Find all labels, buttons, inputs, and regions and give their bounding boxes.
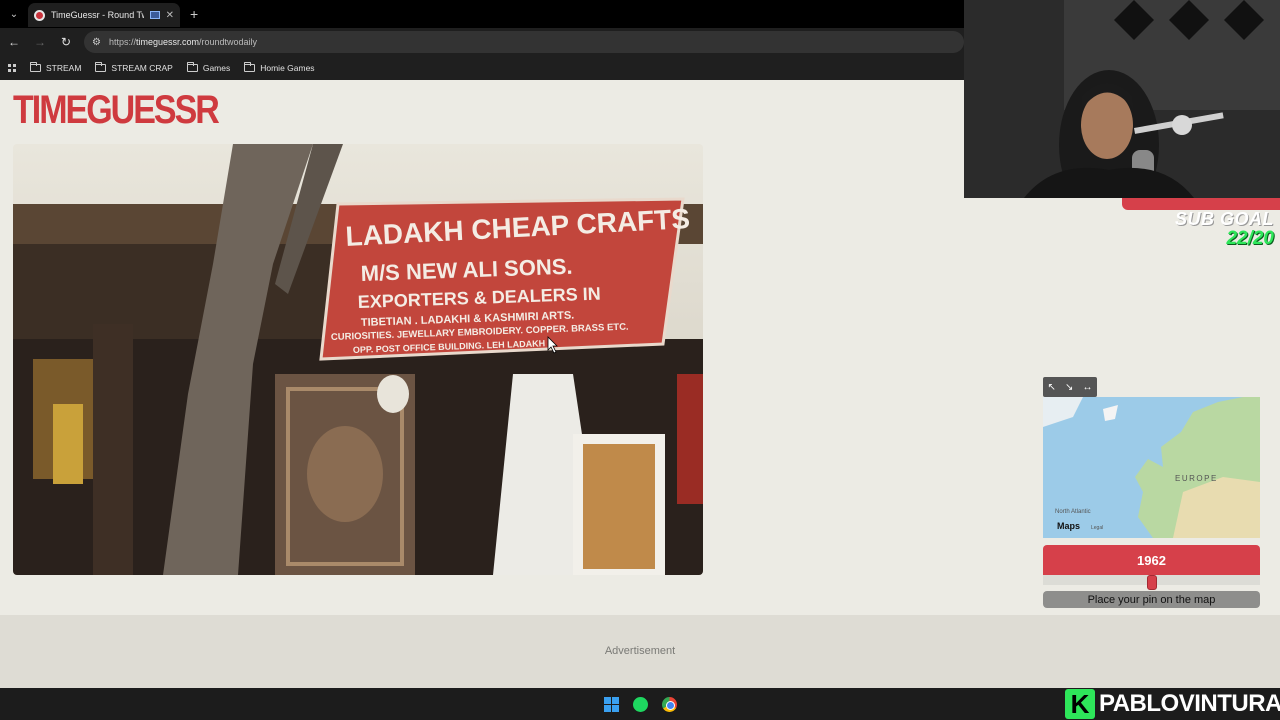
url-text: https://timeguessr.com/roundtwodaily	[108, 37, 258, 47]
folder-icon	[244, 62, 256, 72]
guess-map[interactable]: EUROPE North Atlantic Maps Legal	[1043, 397, 1260, 538]
site-info-icon[interactable]: ⚙	[92, 37, 101, 48]
browser-toolbar: ← → ↻ ⚙ https://timeguessr.com/roundtwod…	[0, 28, 964, 56]
streamer-name: PABLOVINTURA	[1099, 690, 1280, 717]
kick-logo-icon: K	[1065, 689, 1095, 719]
webcam-overlay	[964, 0, 1280, 198]
bookmark-folder-homie-games[interactable]: Homie Games	[244, 62, 315, 73]
map-pin-size-icon[interactable]: ↔	[1082, 382, 1092, 393]
map-label-europe: EUROPE	[1175, 474, 1218, 483]
folder-icon	[95, 62, 107, 72]
media-cast-icon[interactable]	[149, 11, 160, 19]
place-pin-button[interactable]: Place your pin on the map	[1043, 591, 1260, 608]
tab-title: TimeGuessr - Round Two	[51, 10, 144, 20]
tab-timeguessr[interactable]: TimeGuessr - Round Two ✕	[28, 3, 180, 27]
back-arrow-icon[interactable]: ←	[6, 34, 22, 50]
tab-search-chevron-icon[interactable]: ⌄	[0, 0, 28, 28]
apps-grid-icon[interactable]	[8, 64, 16, 72]
browser-tab-bar: ⌄ TimeGuessr - Round Two ✕ +	[0, 0, 964, 28]
reload-icon[interactable]: ↻	[58, 34, 74, 50]
sub-goal-title: SUB GOAL	[1174, 209, 1274, 229]
timeguessr-logo[interactable]: TIMEGUESSR	[13, 90, 220, 130]
screen: ⌄ TimeGuessr - Round Two ✕ + ← → ↻ ⚙ htt…	[0, 0, 1280, 720]
windows-start-icon[interactable]	[603, 696, 619, 712]
bookmarks-bar: STREAM STREAM CRAP Games Homie Games	[0, 56, 964, 80]
sub-goal-overlay: SUB GOAL 22/20	[1174, 209, 1274, 249]
round-photo-image: LADAKH CHEAP CRAFTS M/S NEW ALI SONS. EX…	[13, 144, 703, 575]
round-photo[interactable]: LADAKH CHEAP CRAFTS M/S NEW ALI SONS. EX…	[13, 144, 703, 575]
map-legal-link[interactable]: Legal	[1091, 525, 1103, 531]
chrome-icon[interactable]	[661, 696, 677, 712]
webcam-image	[964, 0, 1280, 198]
address-bar[interactable]: ⚙ https://timeguessr.com/roundtwodaily	[84, 31, 964, 53]
map-shrink-icon[interactable]: ↘	[1065, 382, 1073, 393]
bookmark-folder-stream[interactable]: STREAM	[30, 62, 81, 73]
streamer-brand: K PABLOVINTURA	[1065, 688, 1280, 720]
bookmark-folder-stream-crap[interactable]: STREAM CRAP	[95, 62, 173, 73]
spotify-icon[interactable]	[632, 696, 648, 712]
bookmark-folder-games[interactable]: Games	[186, 62, 230, 73]
folder-icon	[186, 62, 198, 72]
timeguessr-favicon-icon	[34, 9, 45, 21]
forward-arrow-icon[interactable]: →	[32, 34, 48, 50]
map-label-ocean: North Atlantic	[1055, 509, 1091, 515]
year-display: 1962	[1043, 545, 1260, 575]
map-controls: ↖ ↘ ↔	[1043, 377, 1097, 397]
advertisement-area: Advertisement	[0, 615, 1280, 688]
map-expand-icon[interactable]: ↖	[1048, 382, 1056, 393]
apple-maps-attribution: Maps	[1057, 521, 1080, 531]
advertisement-label: Advertisement	[604, 645, 676, 657]
year-slider[interactable]	[1043, 575, 1260, 590]
map-image: EUROPE North Atlantic Maps Legal	[1043, 397, 1260, 538]
close-tab-icon[interactable]: ✕	[166, 10, 174, 21]
year-slider-thumb[interactable]	[1146, 575, 1157, 590]
new-tab-plus-icon[interactable]: +	[190, 6, 198, 22]
folder-icon	[30, 62, 41, 72]
sub-goal-count: 22/20	[1226, 228, 1274, 249]
